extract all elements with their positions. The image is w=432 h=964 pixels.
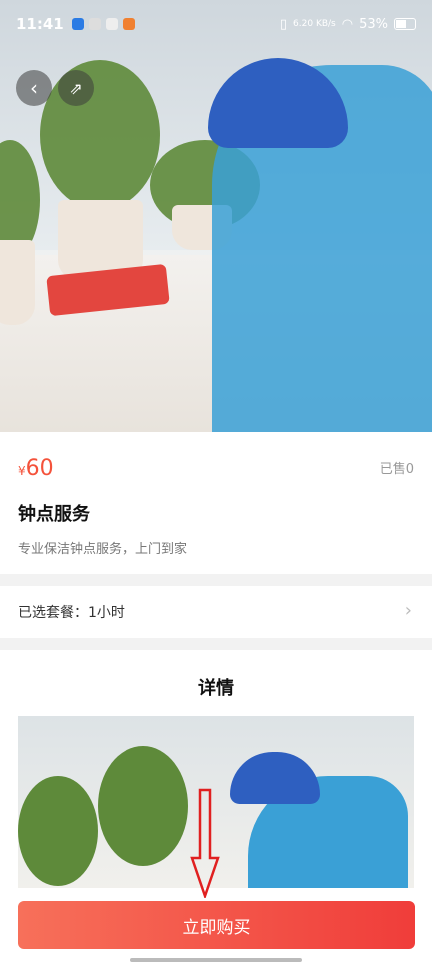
down-arrow-annotation	[190, 788, 220, 898]
home-indicator	[130, 958, 302, 962]
wifi-icon: ◠	[341, 16, 354, 32]
chevron-right-icon: ›	[404, 600, 412, 621]
flower-pot	[0, 240, 35, 325]
sold-count: 已售0	[379, 462, 414, 477]
plant	[98, 746, 188, 866]
status-right: ▯ 6.20 KB/s ◠ 53%	[280, 17, 416, 32]
package-label: 已选套餐：1小时	[18, 605, 125, 621]
chevron-left-icon: ‹	[30, 76, 38, 100]
share-button[interactable]: ⇗	[58, 70, 94, 106]
product-title: 钟点服务	[18, 504, 90, 525]
app-icon	[122, 18, 135, 30]
buy-now-label: 立即购买	[182, 917, 251, 938]
battery-percent: 53%	[359, 16, 388, 32]
price: ¥60	[18, 456, 54, 481]
vibrate-icon: ▯	[279, 16, 288, 32]
plant	[18, 776, 98, 886]
price-value: 60	[25, 456, 54, 481]
detail-title: 详情	[198, 678, 234, 699]
alipay-icon	[71, 18, 84, 30]
product-hero-image	[0, 0, 432, 432]
buy-now-button[interactable]: 立即购买	[18, 901, 415, 949]
price-currency: ¥	[18, 464, 26, 478]
share-icon: ⇗	[69, 78, 83, 98]
net-speed: 6.20 KB/s	[293, 19, 336, 29]
status-bar: 11:41 ▯ 6.20 KB/s ◠ 53%	[0, 0, 432, 48]
app-icon	[88, 18, 101, 30]
status-time: 11:41	[16, 15, 64, 33]
back-button[interactable]: ‹	[16, 70, 52, 106]
product-description: 专业保洁钟点服务，上门到家	[18, 542, 188, 557]
mail-icon	[105, 18, 118, 30]
blue-cap	[230, 752, 320, 804]
battery-icon	[394, 18, 416, 30]
